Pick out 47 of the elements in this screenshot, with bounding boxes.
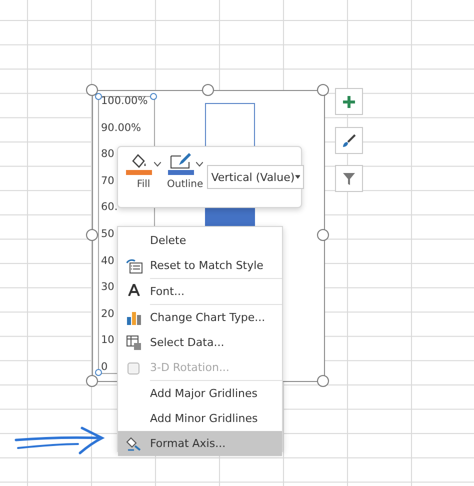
axis-label: 100.00% — [101, 95, 148, 107]
resize-handle[interactable] — [317, 229, 329, 241]
resize-handle[interactable] — [317, 84, 329, 96]
axis-label: 60. — [101, 201, 118, 214]
menu-item[interactable]: Delete — [118, 228, 282, 253]
resize-handle[interactable] — [86, 375, 98, 387]
menu-item[interactable]: Reset to Match Style — [118, 253, 282, 278]
chart-styles-button[interactable] — [335, 127, 363, 154]
resize-handle[interactable] — [317, 375, 329, 387]
cube-icon — [126, 360, 142, 376]
menu-item[interactable]: Change Chart Type... — [118, 305, 282, 330]
axis-dropdown[interactable]: Vertical (Value) — [207, 165, 304, 189]
menu-item[interactable]: Add Major Gridlines — [118, 381, 282, 406]
resize-handle[interactable] — [202, 84, 214, 96]
chart-filters-button[interactable] — [335, 165, 363, 192]
filter-icon — [342, 172, 356, 186]
menu-item[interactable]: Add Minor Gridlines — [118, 406, 282, 431]
caret-icon — [196, 162, 203, 166]
chart-bar — [205, 208, 255, 228]
axis-label: 40 — [101, 254, 114, 267]
axis-label: 50 — [101, 228, 114, 240]
chart-elements-button[interactable] — [335, 88, 363, 115]
menu-item[interactable]: Select Data... — [118, 330, 282, 355]
axis-label: 30 — [101, 281, 114, 294]
menu-item[interactable]: Font... — [118, 279, 282, 304]
outline-button[interactable]: Outline — [165, 153, 206, 190]
bar-chart-icon — [126, 310, 142, 326]
axis-label: 80 — [101, 148, 114, 160]
menu-item[interactable]: Format Axis... — [118, 431, 282, 456]
plus-icon — [343, 96, 355, 108]
axis-label: 70 — [101, 174, 114, 187]
paint-bucket-icon — [130, 153, 148, 169]
axis-label: 20 — [101, 308, 114, 320]
brush-icon — [342, 134, 356, 148]
caret-icon — [294, 175, 300, 179]
format-axis-icon — [125, 436, 143, 452]
dropdown-value: Vertical (Value) — [211, 170, 295, 184]
reset-style-icon — [125, 258, 143, 274]
resize-handle[interactable] — [86, 84, 98, 96]
axis-label: 90.00% — [101, 122, 142, 134]
fill-button[interactable]: Fill — [124, 153, 163, 190]
axis-label: 0 — [101, 361, 108, 373]
caret-icon — [154, 162, 161, 166]
axis-label: 10 — [101, 334, 114, 346]
resize-handle[interactable] — [86, 229, 98, 241]
select-data-icon — [126, 334, 142, 350]
pencil-icon — [170, 153, 192, 169]
